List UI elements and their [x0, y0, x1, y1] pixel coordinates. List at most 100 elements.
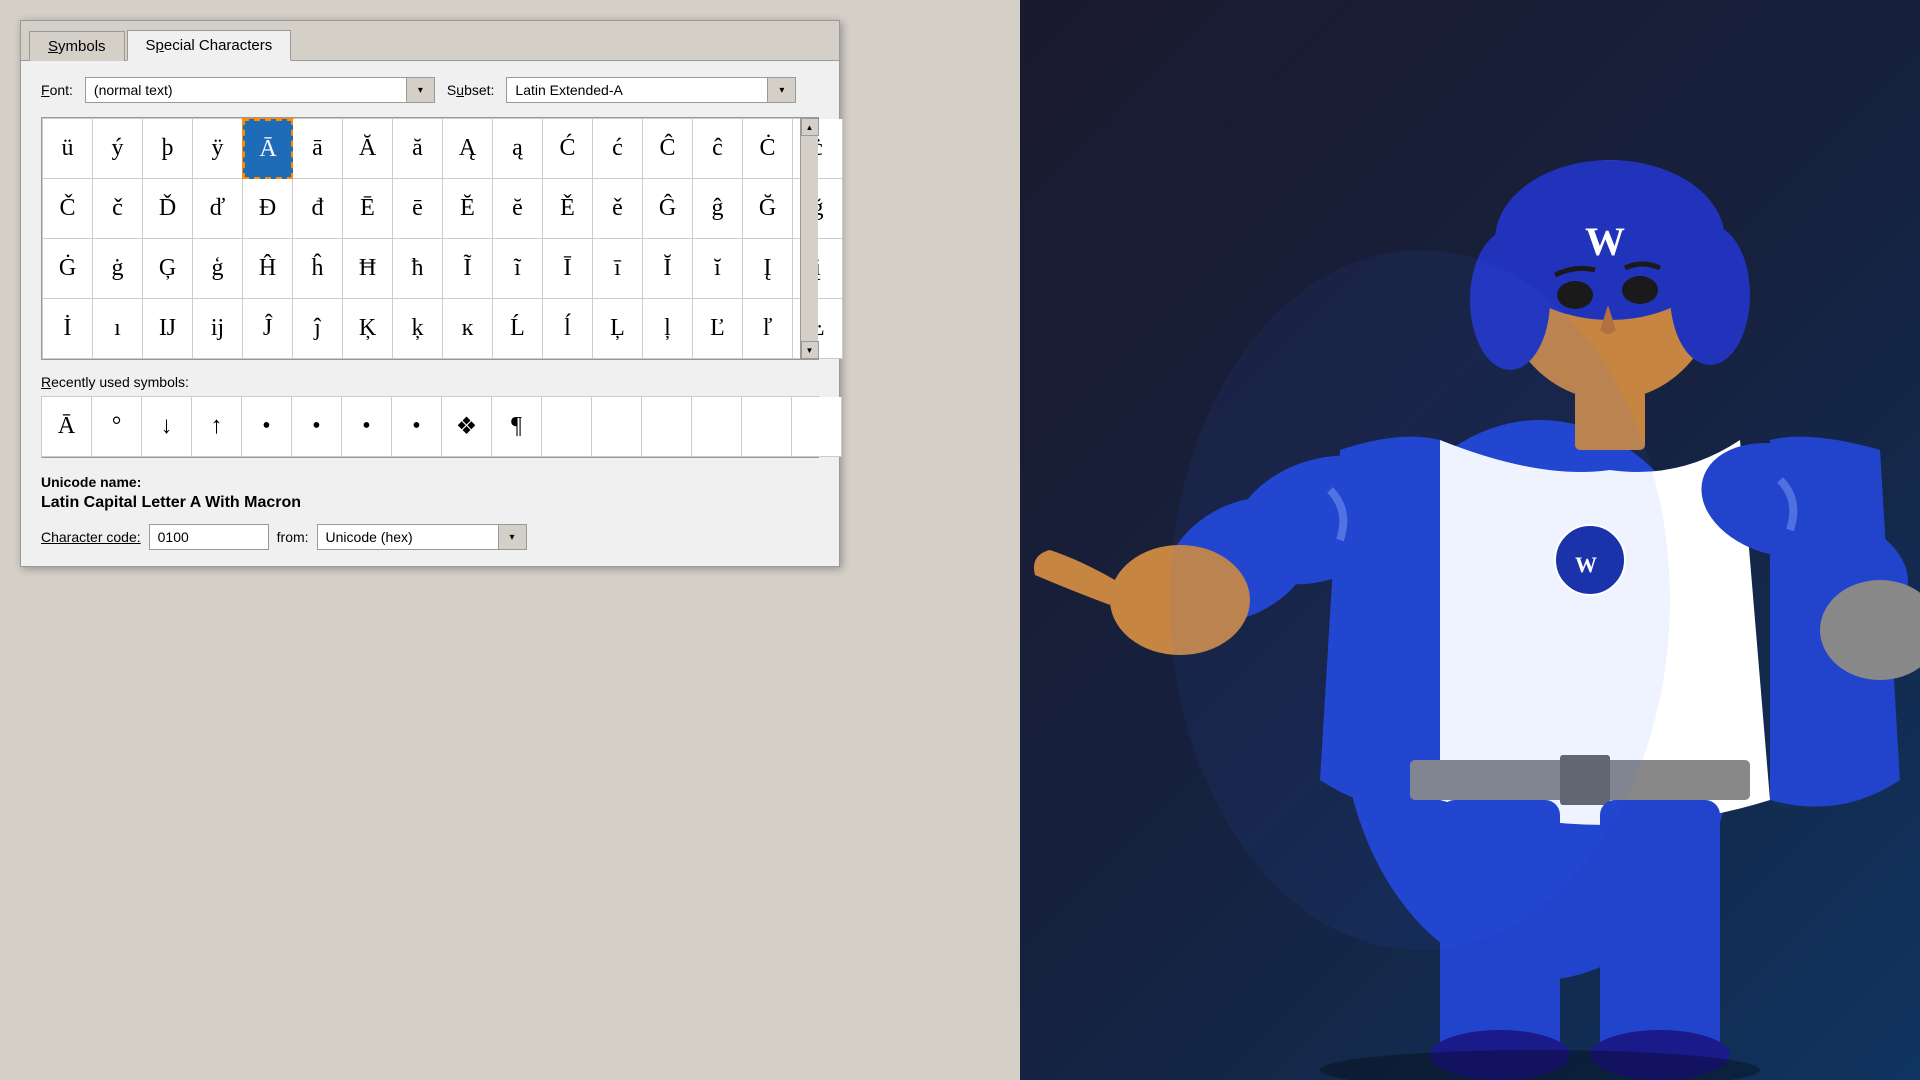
- char-cell[interactable]: ā: [293, 119, 343, 179]
- char-cell[interactable]: ĸ: [443, 299, 493, 359]
- recent-cell[interactable]: ❖: [442, 397, 492, 457]
- char-cell[interactable]: Ā: [243, 119, 293, 179]
- char-cell[interactable]: Ĥ: [243, 239, 293, 299]
- char-cell[interactable]: ī: [593, 239, 643, 299]
- char-cell[interactable]: ģ: [193, 239, 243, 299]
- char-cell[interactable]: Ă: [343, 119, 393, 179]
- char-cell[interactable]: ĥ: [293, 239, 343, 299]
- recent-cell[interactable]: •: [392, 397, 442, 457]
- chevron-down-icon: ▾: [418, 85, 423, 96]
- char-cell[interactable]: Ě: [543, 179, 593, 239]
- char-cell[interactable]: Ī: [543, 239, 593, 299]
- char-cell[interactable]: ĺ: [543, 299, 593, 359]
- subset-label: Subset:: [447, 82, 495, 98]
- char-cell[interactable]: ĩ: [493, 239, 543, 299]
- char-cell[interactable]: ġ: [93, 239, 143, 299]
- char-cell[interactable]: ħ: [393, 239, 443, 299]
- char-code-input[interactable]: [149, 524, 269, 550]
- char-cell[interactable]: ý: [93, 119, 143, 179]
- char-cell[interactable]: Ĝ: [643, 179, 693, 239]
- char-cell[interactable]: Ď: [143, 179, 193, 239]
- char-cell[interactable]: Č: [43, 179, 93, 239]
- char-cell[interactable]: ü: [43, 119, 93, 179]
- char-cell[interactable]: ļ: [643, 299, 693, 359]
- recent-cell[interactable]: [742, 397, 792, 457]
- font-input[interactable]: [86, 78, 406, 102]
- char-cell[interactable]: ē: [393, 179, 443, 239]
- char-cell[interactable]: č: [93, 179, 143, 239]
- char-cell[interactable]: Ĺ: [493, 299, 543, 359]
- char-cell[interactable]: Ĳ: [143, 299, 193, 359]
- char-cell[interactable]: þ: [143, 119, 193, 179]
- recent-cell[interactable]: [692, 397, 742, 457]
- subset-input[interactable]: [507, 78, 767, 102]
- recent-cell[interactable]: °: [92, 397, 142, 457]
- char-code-type-select: ▾: [317, 524, 527, 550]
- char-cell[interactable]: ľ: [743, 299, 793, 359]
- char-cell[interactable]: Į: [743, 239, 793, 299]
- char-cell[interactable]: Ģ: [143, 239, 193, 299]
- char-code-type-dropdown-button[interactable]: ▾: [498, 525, 526, 549]
- char-cell[interactable]: İ: [43, 299, 93, 359]
- char-cell[interactable]: ı: [93, 299, 143, 359]
- char-cell[interactable]: ć: [593, 119, 643, 179]
- subset-dropdown-button[interactable]: ▾: [767, 78, 795, 102]
- scroll-track[interactable]: [801, 136, 818, 341]
- recent-cell[interactable]: [792, 397, 842, 457]
- char-cell[interactable]: Ğ: [743, 179, 793, 239]
- tab-symbols[interactable]: Symbols: [29, 31, 125, 61]
- recent-cell[interactable]: ↑: [192, 397, 242, 457]
- char-cell[interactable]: ķ: [393, 299, 443, 359]
- recent-cell[interactable]: [542, 397, 592, 457]
- char-cell[interactable]: ą: [493, 119, 543, 179]
- chevron-down-icon: ▾: [779, 85, 784, 96]
- controls-row: Font: ▾ Subset: ▾: [41, 77, 819, 103]
- char-cell[interactable]: Ġ: [43, 239, 93, 299]
- recent-cell[interactable]: •: [242, 397, 292, 457]
- char-cell[interactable]: ă: [393, 119, 443, 179]
- unicode-name-label: Unicode name:: [41, 474, 819, 490]
- char-cell[interactable]: ě: [593, 179, 643, 239]
- font-dropdown-button[interactable]: ▾: [406, 78, 434, 102]
- char-cell[interactable]: ĭ: [693, 239, 743, 299]
- char-code-type-input[interactable]: [318, 525, 498, 549]
- unicode-name-value: Latin Capital Letter A With Macron: [41, 494, 819, 512]
- scroll-down-button[interactable]: ▼: [801, 341, 819, 359]
- char-cell[interactable]: Ć: [543, 119, 593, 179]
- char-cell[interactable]: ĉ: [693, 119, 743, 179]
- char-cell[interactable]: đ: [293, 179, 343, 239]
- char-cell[interactable]: Ą: [443, 119, 493, 179]
- recently-used-label: Recently used symbols:: [41, 374, 819, 390]
- recent-cell[interactable]: •: [342, 397, 392, 457]
- char-cell[interactable]: ĳ: [193, 299, 243, 359]
- char-cell[interactable]: Ĉ: [643, 119, 693, 179]
- recent-cell[interactable]: •: [292, 397, 342, 457]
- char-cell[interactable]: Ĩ: [443, 239, 493, 299]
- char-cell[interactable]: ď: [193, 179, 243, 239]
- char-cell[interactable]: Đ: [243, 179, 293, 239]
- scroll-up-button[interactable]: ▲: [801, 118, 819, 136]
- char-cell[interactable]: Ĵ: [243, 299, 293, 359]
- recent-cell[interactable]: Ā: [42, 397, 92, 457]
- char-cell[interactable]: Ļ: [593, 299, 643, 359]
- char-cell[interactable]: ĝ: [693, 179, 743, 239]
- char-cell[interactable]: ĕ: [493, 179, 543, 239]
- font-label: Font:: [41, 82, 73, 98]
- char-cell[interactable]: Ĕ: [443, 179, 493, 239]
- dialog-container: Symbols Special Characters Font: ▾ Subse…: [20, 20, 840, 567]
- recent-cell[interactable]: [592, 397, 642, 457]
- tab-special-characters-label: Special Characters: [146, 37, 273, 54]
- recent-cell[interactable]: [642, 397, 692, 457]
- char-cell[interactable]: ĵ: [293, 299, 343, 359]
- char-cell[interactable]: Ē: [343, 179, 393, 239]
- char-cell[interactable]: ÿ: [193, 119, 243, 179]
- recent-cell[interactable]: ↓: [142, 397, 192, 457]
- tab-special-characters[interactable]: Special Characters: [127, 30, 292, 61]
- char-cell[interactable]: Ċ: [743, 119, 793, 179]
- char-cell[interactable]: Ķ: [343, 299, 393, 359]
- char-cell[interactable]: Ĭ: [643, 239, 693, 299]
- unicode-section: Unicode name: Latin Capital Letter A Wit…: [41, 474, 819, 512]
- char-cell[interactable]: Ħ: [343, 239, 393, 299]
- char-cell[interactable]: Ľ: [693, 299, 743, 359]
- recent-cell[interactable]: ¶: [492, 397, 542, 457]
